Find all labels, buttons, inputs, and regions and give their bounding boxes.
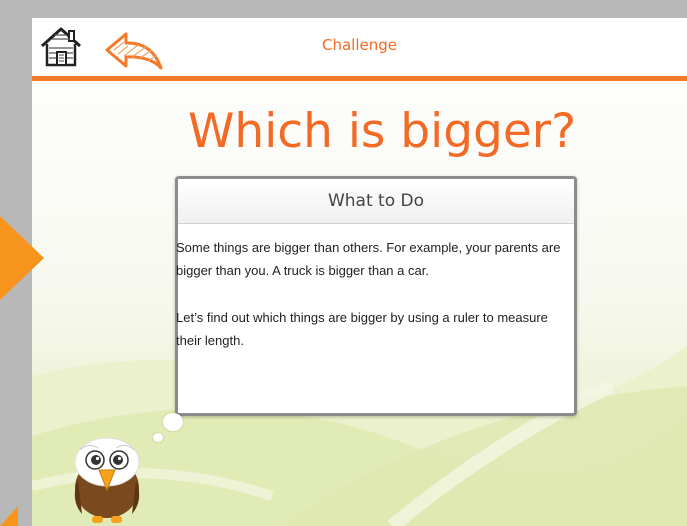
page-title: Which is bigger? [187,104,577,159]
thought-bubble [153,433,163,442]
instruction-paragraph: Some things are bigger than others. For … [176,240,561,278]
instructions-card: What to Do Some things are bigger than o… [175,176,577,416]
app-stage: Challenge Which is bigger? What to Do So… [32,18,687,526]
card-heading: What to Do [178,179,574,224]
instruction-paragraph: Let’s find out which things are bigger b… [176,310,548,348]
header-title: Challenge [322,36,397,54]
top-navigation-bar: Challenge [32,18,687,81]
owl-mascot [68,430,146,526]
thought-bubble [163,413,183,431]
card-body: Some things are bigger than others. For … [176,224,574,352]
orange-corner-arrow-icon [0,506,18,526]
next-arrow-icon[interactable] [0,216,44,300]
